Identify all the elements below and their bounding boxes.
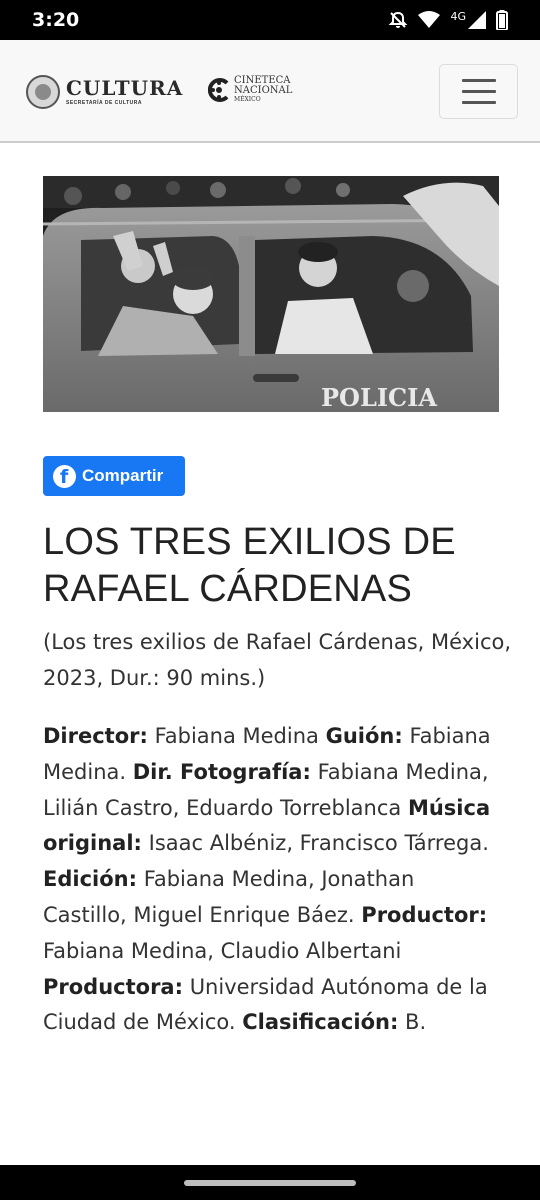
hamburger-menu-button[interactable] xyxy=(439,64,518,119)
facebook-icon: f xyxy=(53,464,76,488)
clasificacion-value: B. xyxy=(405,1010,427,1035)
guion-label: Guión: xyxy=(325,724,403,748)
status-icons: 4G xyxy=(388,10,508,30)
clasificacion-label: Clasificación: xyxy=(242,1010,399,1035)
fotografia-label: Dir. Fotografía: xyxy=(132,759,311,784)
share-label: Compartir xyxy=(82,466,164,485)
film-subtitle: (Los tres exilios de Rafael Cárdenas, Mé… xyxy=(43,630,512,690)
mute-icon xyxy=(389,11,408,28)
status-bar: 3:20 4G xyxy=(0,0,540,40)
cultura-name: CULTURA xyxy=(66,76,184,100)
film-reel-icon xyxy=(208,78,229,102)
productor-label: Productor: xyxy=(361,902,488,927)
site-header: CULTURA SECRETARÍA DE CULTURA CINETECA N… xyxy=(0,40,540,143)
productora-label: Productora: xyxy=(43,974,183,999)
productor-value: Fabiana Medina, Claudio Albertani xyxy=(43,938,402,963)
musica-value: Isaac Albéniz, Francisco Tárrega. xyxy=(148,831,489,856)
film-still-image: POLICIA xyxy=(43,176,499,412)
wifi-icon xyxy=(418,11,441,28)
facebook-share-button[interactable]: f Compartir xyxy=(43,456,185,496)
director-value: Fabiana Medina xyxy=(154,724,319,748)
edicion-label: Edición: xyxy=(43,867,137,892)
system-nav-bar xyxy=(0,1165,540,1200)
cultura-logo[interactable]: CULTURA SECRETARÍA DE CULTURA xyxy=(26,75,183,109)
cineteca-line2: NACIONAL xyxy=(234,85,293,96)
home-gesture-handle[interactable] xyxy=(184,1180,356,1186)
cineteca-logo[interactable]: CINETECA NACIONAL MÉXICO xyxy=(208,76,292,104)
status-time: 3:20 xyxy=(32,9,80,31)
film-still-illustration: POLICIA xyxy=(43,176,499,412)
mexico-seal-icon xyxy=(26,75,60,109)
signal-icon xyxy=(468,11,486,29)
film-credits: Director: Fabiana Medina Guión: Fabiana … xyxy=(43,719,498,1041)
director-label: Director: xyxy=(43,724,148,748)
cultura-subtitle: SECRETARÍA DE CULTURA xyxy=(66,100,142,106)
battery-icon xyxy=(496,10,508,30)
film-title: LOS TRES EXILIOS DE RAFAEL CÁRDENAS xyxy=(43,521,456,610)
network-label: 4G xyxy=(450,9,466,23)
hamburger-menu-icon xyxy=(461,79,496,82)
cineteca-line3: MÉXICO xyxy=(234,96,261,103)
car-lettering: POLICIA xyxy=(321,383,437,412)
